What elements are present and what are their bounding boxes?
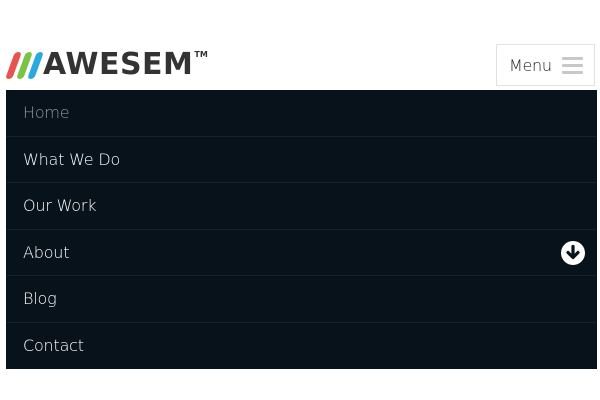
logo-stripes-icon	[5, 50, 44, 80]
nav-item-label: Home	[23, 103, 70, 123]
nav-item-label: What We Do	[23, 149, 121, 169]
arrow-down-circle-icon[interactable]	[561, 240, 585, 265]
menu-toggle-button[interactable]: Menu	[496, 44, 595, 86]
logo-wordmark: AWESEM	[43, 47, 194, 82]
logo-trademark: TM	[194, 50, 208, 59]
site-header: AWESEM TM Menu	[0, 0, 600, 90]
hamburger-icon	[562, 57, 583, 75]
nav-item-label: Our Work	[23, 196, 97, 216]
nav-item-contact[interactable]: Contact	[6, 323, 597, 370]
nav-item-about[interactable]: About	[6, 230, 597, 276]
nav-item-our-work[interactable]: Our Work	[6, 183, 597, 230]
menu-label: Menu	[509, 55, 552, 75]
nav-item-what-we-do[interactable]: What We Do	[6, 137, 597, 183]
main-navigation: Home What We Do Our Work About Blog Cont…	[6, 90, 597, 369]
nav-item-home[interactable]: Home	[6, 90, 597, 137]
nav-item-blog[interactable]: Blog	[6, 276, 597, 323]
nav-item-label: About	[23, 242, 70, 262]
site-logo[interactable]: AWESEM TM	[5, 47, 208, 82]
nav-item-label: Contact	[23, 336, 84, 356]
nav-item-label: Blog	[23, 289, 57, 309]
